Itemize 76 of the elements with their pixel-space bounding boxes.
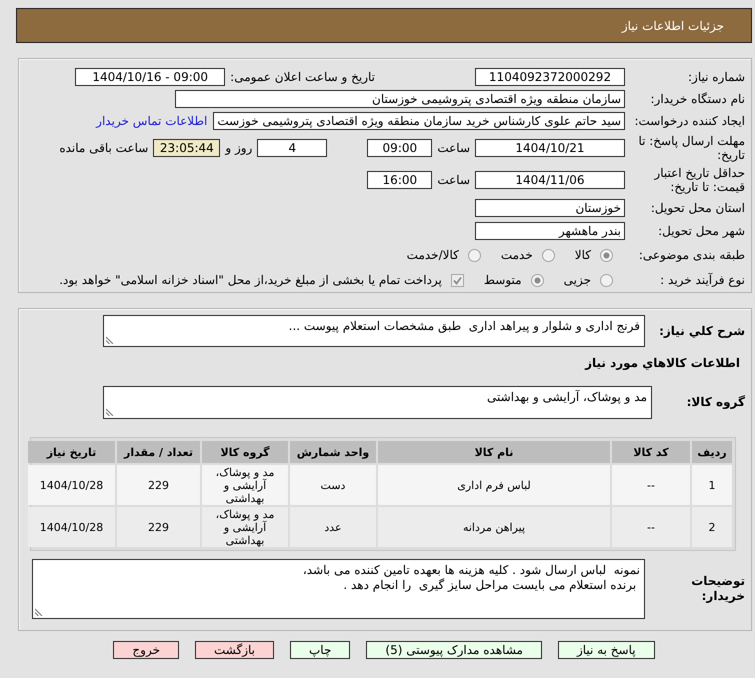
goods-group-textarea[interactable]: مد و پوشاک، آرایشی و بهداشتی	[103, 386, 652, 419]
column-header: نام کالا	[378, 441, 610, 463]
option-label: خدمت	[500, 248, 533, 262]
radio-button[interactable]	[542, 248, 555, 262]
days-field[interactable]: 4	[257, 139, 328, 157]
resize-grip-icon[interactable]	[35, 608, 43, 616]
resize-grip-icon[interactable]	[106, 336, 114, 344]
table-cell: مد و پوشاک، آرایشی و بهداشتی	[202, 465, 288, 505]
field-label: استان محل تحویل:	[650, 201, 745, 215]
table-cell: مد و پوشاک، آرایشی و بهداشتی	[202, 507, 288, 547]
page-title: جزئیات اطلاعات نیاز	[622, 18, 724, 32]
radio-button[interactable]	[468, 248, 481, 262]
field-label: ساعت باقی مانده	[59, 141, 148, 155]
form-button[interactable]: پاسخ به نیاز	[558, 641, 655, 659]
resize-grip-icon[interactable]	[106, 408, 114, 416]
table-cell: پیراهن مردانه	[378, 507, 610, 547]
remaining-time-field[interactable]: 23:05:44	[153, 139, 220, 157]
field-label: نوع فرآیند خرید :	[659, 273, 745, 287]
field-label: نام دستگاه خریدار:	[650, 92, 745, 106]
radio-button[interactable]	[600, 274, 613, 286]
option-label: پرداخت تمام یا بخشی از مبلغ خرید،از محل "اسناد خزانه اسلامی" خواهد بود.	[59, 273, 442, 287]
radio-button[interactable]	[600, 248, 613, 262]
need-number-field[interactable]: 1104092372000292	[475, 68, 625, 86]
column-header: ردیف	[692, 441, 732, 463]
announcement-date-field[interactable]: 1404/10/16 - 09:00	[75, 68, 226, 86]
table-cell: 1404/10/28	[28, 465, 115, 505]
validity-time-field[interactable]: 16:00	[367, 171, 432, 189]
field-label: طبقه بندی موضوعی:	[638, 248, 745, 262]
validity-date-field[interactable]: 1404/11/06	[475, 171, 625, 189]
column-header: کد کالا	[612, 441, 690, 463]
field-label: حداقل تاریخ اعتبار قیمت: تا تاریخ:	[652, 166, 745, 194]
option-label: جزیی	[564, 273, 591, 287]
table-cell: 229	[117, 507, 200, 547]
column-header: تعداد / مقدار	[117, 441, 200, 463]
table-cell: --	[612, 507, 690, 547]
option-label: کالا	[574, 248, 591, 262]
field-label: شهر محل تحویل:	[657, 224, 745, 238]
table-cell: 1	[692, 465, 732, 505]
column-header: گروه کالا	[202, 441, 288, 463]
field-label: ساعت	[437, 173, 470, 187]
radio-button[interactable]	[530, 274, 544, 286]
field-label: گروه کالا:	[686, 395, 745, 410]
form-button[interactable]: خروج	[113, 641, 179, 659]
table-cell: عدد	[290, 507, 376, 547]
field-label: ایجاد کننده درخواست:	[633, 114, 745, 128]
table-cell: 1404/10/28	[28, 507, 115, 547]
requester-field[interactable]: سید حاتم علوی کارشناس خرید سازمان منطقه ویژه اقتصادی پتروشیمی خوزست	[213, 112, 625, 130]
field-label: شماره نیاز:	[687, 70, 745, 84]
option-label: کالا/خدمت	[406, 248, 459, 262]
field-label: تاریخ و ساعت اعلان عمومی:	[230, 70, 375, 84]
contact-link[interactable]: اطلاعات تماس خریدار	[96, 114, 208, 128]
field-label: توضیحات خریدار:	[690, 574, 745, 604]
deadline-date-field[interactable]: 1404/10/21	[475, 139, 625, 157]
field-label: مهلت ارسال پاسخ: تا تاریخ:	[637, 134, 745, 162]
table-cell: لباس فرم اداری	[378, 465, 610, 505]
field-label: روز و	[225, 141, 252, 155]
table-cell: --	[612, 465, 690, 505]
notes-textarea[interactable]: نمونه لباس ارسال شود . کلیه هزینه ها بعهده تامین کننده می باشد، برنده استعلام می بایست مراحل سایز گیری را انجام دهد .	[32, 559, 645, 619]
form-button[interactable]: مشاهده مدارک پیوستی (5)	[366, 641, 542, 659]
buyer-org-field[interactable]: سازمان منطقه ویژه اقتصادی پتروشیمی خوزستان	[175, 90, 625, 108]
field-label: شرح کلي نیاز:	[658, 324, 745, 338]
section-title: اطلاعات کالاهاي مورد نیاز	[584, 355, 740, 371]
province-field[interactable]: خوزستان	[475, 199, 625, 217]
city-field[interactable]: بندر ماهشهر	[475, 222, 625, 240]
deadline-time-field[interactable]: 09:00	[367, 139, 432, 157]
option-label: متوسط	[484, 273, 522, 287]
field-label: ساعت	[437, 141, 470, 155]
checkbox[interactable]	[450, 274, 464, 286]
column-header: تاریخ نیاز	[28, 441, 115, 463]
table-cell: دست	[290, 465, 376, 505]
form-button[interactable]: بازگشت	[195, 641, 274, 659]
form-button[interactable]: چاپ	[290, 641, 350, 659]
summary-textarea[interactable]: فرنج اداری و شلوار و پیراهد اداری طبق مشخصات استعلام پیوست ...	[103, 315, 645, 347]
table-cell: 229	[117, 465, 200, 505]
table-cell: 2	[692, 507, 732, 547]
column-header: واحد شمارش	[290, 441, 376, 463]
